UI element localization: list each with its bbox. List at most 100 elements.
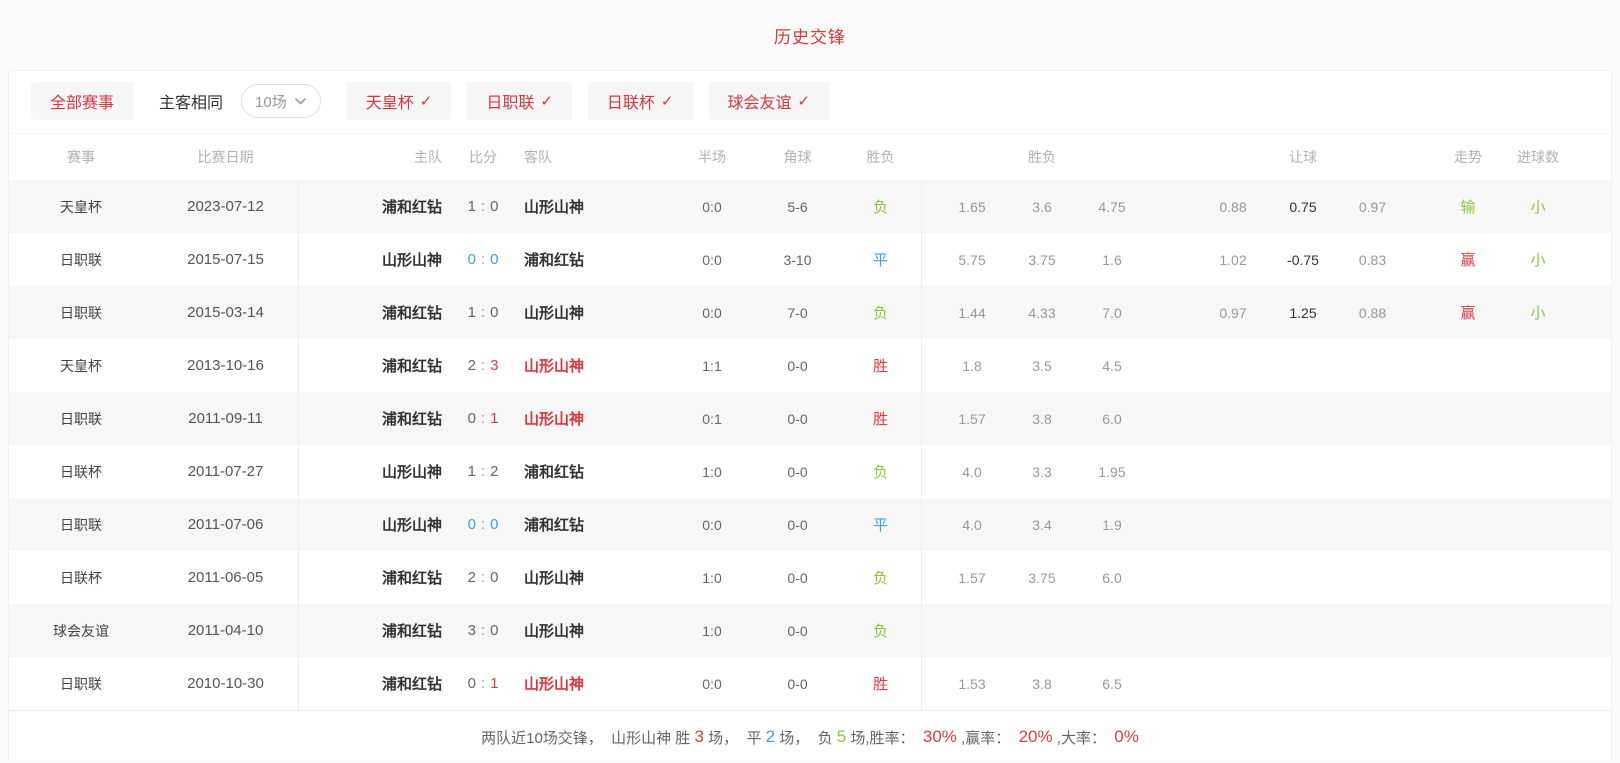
filter-league-rizhilian[interactable]: 日职联 ✓ bbox=[467, 82, 572, 120]
away-score: 1 bbox=[490, 410, 499, 427]
cell-corners: 0-0 bbox=[787, 463, 808, 480]
cell-goals: 小 bbox=[1530, 305, 1546, 322]
table-row: 天皇杯 2013-10-16 浦和红钻 2:3 山形山神 1:1 0-0 胜 1… bbox=[9, 339, 1611, 392]
col-header-odds: 胜负 bbox=[1028, 149, 1056, 165]
table-row: 日联杯 2011-06-05 浦和红钻 2:0 山形山神 1:0 0-0 负 1… bbox=[9, 551, 1611, 604]
home-score: 0 bbox=[467, 516, 476, 533]
score-colon: : bbox=[480, 251, 486, 268]
page-header: 历史交锋 bbox=[0, 0, 1620, 70]
away-score: 0 bbox=[490, 516, 499, 533]
cell-result: 平 bbox=[872, 517, 888, 534]
cell-home-team: 浦和红钻 bbox=[381, 411, 442, 428]
filter-all-matches-button[interactable]: 全部赛事 bbox=[31, 82, 134, 120]
summary-text: 场,胜率： bbox=[846, 729, 923, 747]
cell-halftime-score: 1:1 bbox=[702, 357, 722, 374]
cell-league: 天皇杯 bbox=[60, 198, 102, 215]
cell-away-team: 山形山神 bbox=[524, 570, 585, 587]
cell-away-team: 浦和红钻 bbox=[524, 517, 585, 534]
checkmark-icon: ✓ bbox=[660, 93, 674, 110]
cell-away-team: 山形山神 bbox=[524, 623, 585, 640]
filter-league-rilianbei[interactable]: 日联杯 ✓ bbox=[587, 82, 693, 120]
column-divider bbox=[921, 180, 922, 710]
cell-trend: 赢 bbox=[1460, 305, 1476, 322]
filter-league-label: 球会友谊 bbox=[727, 95, 792, 112]
filter-same-venue-toggle[interactable]: 主客相同 bbox=[159, 89, 223, 113]
away-score: 2 bbox=[490, 463, 499, 480]
home-score: 2 bbox=[467, 357, 476, 374]
table-row: 球会友谊 2011-04-10 浦和红钻 3:0 山形山神 1:0 0-0 负 bbox=[9, 604, 1611, 657]
away-score: 0 bbox=[490, 304, 499, 321]
away-score: 3 bbox=[490, 357, 499, 374]
checkmark-icon: ✓ bbox=[797, 93, 811, 110]
summary-text: 场， 平 bbox=[703, 729, 766, 747]
cell-handicap-away: 0.88 bbox=[1358, 304, 1387, 321]
chevron-down-icon bbox=[294, 97, 306, 104]
filter-league-qiuhuiyouyi[interactable]: 球会友谊 ✓ bbox=[708, 82, 830, 120]
cell-date: 2011-04-10 bbox=[187, 622, 264, 639]
cell-trend: 输 bbox=[1460, 199, 1476, 216]
filter-league-tianhuangbei[interactable]: 天皇杯 ✓ bbox=[346, 82, 452, 120]
filter-league-label: 日联杯 bbox=[606, 95, 655, 112]
cell-away-team: 浦和红钻 bbox=[524, 464, 585, 481]
cell-corners: 0-0 bbox=[787, 622, 808, 639]
cell-halftime-score: 0:0 bbox=[702, 198, 722, 215]
cell-league: 日联杯 bbox=[60, 569, 102, 586]
cell-league: 天皇杯 bbox=[60, 357, 102, 374]
cell-corners: 7-0 bbox=[787, 304, 808, 321]
cell-home-team: 浦和红钻 bbox=[381, 305, 442, 322]
col-header-handicap: 让球 bbox=[1289, 149, 1317, 165]
cell-odds-draw: 3.4 bbox=[1032, 516, 1052, 533]
cell-league: 球会友谊 bbox=[53, 622, 109, 639]
cell-result: 负 bbox=[872, 623, 888, 640]
cell-score: 0:1 bbox=[450, 410, 516, 427]
cell-handicap-home: 0.97 bbox=[1219, 304, 1247, 321]
cell-odds-draw: 3.5 bbox=[1032, 357, 1052, 374]
cell-date: 2010-10-30 bbox=[187, 675, 264, 692]
cell-date: 2015-03-14 bbox=[187, 304, 264, 321]
cell-halftime-score: 0:0 bbox=[702, 675, 722, 692]
cell-handicap-away: 0.83 bbox=[1358, 251, 1387, 268]
h2h-panel: 全部赛事 主客相同 10场 天皇杯 ✓ 日职联 ✓ 日联杯 ✓ 球会友谊 ✓ 赛… bbox=[8, 70, 1612, 760]
cell-handicap-away: 0.97 bbox=[1358, 198, 1387, 215]
cell-handicap-line: -0.75 bbox=[1287, 251, 1319, 268]
match-count-select[interactable]: 10场 bbox=[241, 84, 321, 118]
cell-odds-away: 6.5 bbox=[1102, 675, 1122, 692]
cell-home-team: 浦和红钻 bbox=[381, 676, 442, 693]
score-colon: : bbox=[480, 198, 486, 215]
col-header-goals: 进球数 bbox=[1517, 149, 1559, 165]
cell-score: 1:0 bbox=[450, 304, 516, 321]
summary-text: 场， 负 bbox=[775, 729, 837, 747]
cell-odds-draw: 3.8 bbox=[1032, 410, 1052, 427]
cell-odds-away: 4.75 bbox=[1098, 198, 1126, 215]
cell-halftime-score: 1:0 bbox=[702, 569, 722, 586]
col-header-away: 客队 bbox=[524, 149, 552, 165]
cell-home-team: 浦和红钻 bbox=[381, 623, 442, 640]
cell-date: 2013-10-16 bbox=[187, 357, 264, 374]
cell-corners: 5-6 bbox=[787, 198, 808, 215]
cell-league: 日职联 bbox=[60, 675, 102, 692]
cell-handicap-home: 1.02 bbox=[1219, 251, 1247, 268]
cell-league: 日联杯 bbox=[60, 463, 102, 480]
cell-odds-draw: 3.75 bbox=[1028, 251, 1056, 268]
col-header-corners: 角球 bbox=[783, 149, 812, 165]
home-score: 3 bbox=[467, 622, 476, 639]
cell-result: 胜 bbox=[872, 411, 888, 428]
summary-win-rate: 30% bbox=[922, 727, 957, 746]
cell-odds-draw: 4.33 bbox=[1028, 304, 1056, 321]
cell-result: 负 bbox=[872, 305, 888, 322]
cell-score: 1:0 bbox=[450, 198, 516, 215]
cell-handicap-line: 0.75 bbox=[1289, 198, 1317, 215]
score-colon: : bbox=[480, 569, 486, 586]
filter-league-label: 日职联 bbox=[486, 95, 535, 112]
cell-home-team: 浦和红钻 bbox=[381, 358, 442, 375]
cell-score: 2:0 bbox=[450, 569, 516, 586]
cell-odds-home: 5.75 bbox=[958, 251, 986, 268]
checkmark-icon: ✓ bbox=[540, 93, 553, 110]
cell-odds-away: 1.6 bbox=[1102, 251, 1122, 268]
score-colon: : bbox=[480, 463, 486, 480]
cell-halftime-score: 0:0 bbox=[702, 516, 722, 533]
cell-corners: 0-0 bbox=[787, 410, 808, 427]
cell-date: 2011-09-11 bbox=[188, 410, 263, 427]
match-count-value: 10场 bbox=[255, 93, 287, 111]
away-score: 1 bbox=[490, 675, 499, 692]
